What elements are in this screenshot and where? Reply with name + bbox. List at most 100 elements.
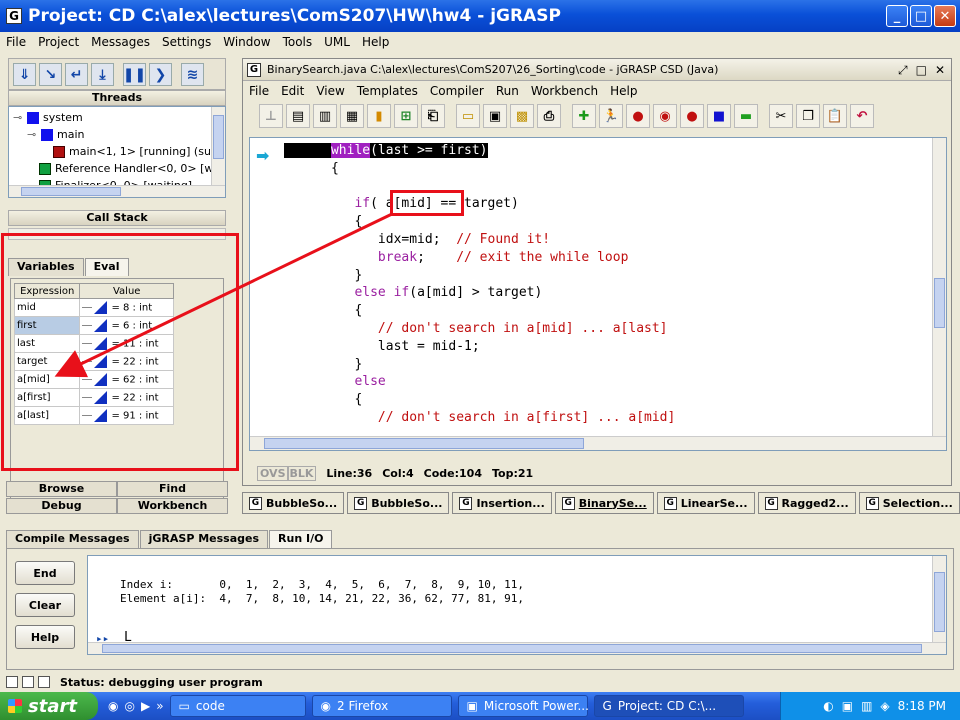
tab-find[interactable]: Find — [117, 481, 228, 497]
start-button[interactable]: start — [0, 692, 98, 720]
print-icon[interactable]: ⎙ — [537, 104, 561, 128]
layout-icon[interactable] — [6, 676, 18, 688]
uml-icon[interactable]: ⊞ — [394, 104, 418, 128]
maximize-icon[interactable]: □ — [916, 63, 927, 78]
file-tab[interactable]: G Insertion... — [452, 492, 552, 514]
layout-icon[interactable] — [38, 676, 50, 688]
pin-icon[interactable]: ⊥ — [259, 104, 283, 128]
code-line: { — [354, 214, 363, 230]
tree-row-main-group[interactable]: ⊸ main — [13, 126, 213, 143]
menu-edit[interactable]: Edit — [281, 84, 304, 98]
media-icon[interactable]: ▶ — [141, 699, 150, 713]
firefox-icon[interactable]: ◉ — [108, 699, 118, 713]
io-hscroll[interactable] — [88, 642, 946, 654]
step-over-icon[interactable]: ⇓ — [13, 63, 36, 86]
debug-step-icon[interactable]: ◉ — [653, 104, 677, 128]
generate-csd-icon[interactable]: ■ — [707, 104, 731, 128]
file-tab-active[interactable]: G BinarySe... — [554, 492, 654, 514]
tab-compile-messages[interactable]: Compile Messages — [6, 530, 139, 548]
book-icon[interactable]: ⎗ — [421, 104, 445, 128]
menu-help[interactable]: Help — [610, 84, 637, 98]
step-out-icon[interactable]: ↵ — [65, 63, 88, 86]
run-icon[interactable]: 🏃 — [599, 104, 623, 128]
code-editor[interactable]: ➡ while(last >= first) { if( a[mid] == t… — [249, 137, 947, 451]
tree-row-main-thread[interactable]: main<1, 1> [running] (su — [13, 143, 213, 160]
menu-project[interactable]: Project — [38, 35, 79, 49]
code-line: if( a[mid] == target) — [354, 196, 519, 212]
menu-workbench[interactable]: Workbench — [531, 84, 598, 98]
suspend-icon[interactable]: ❚❚ — [123, 63, 146, 86]
document-icon[interactable]: ▤ — [286, 104, 310, 128]
menu-tools[interactable]: Tools — [283, 35, 313, 49]
tray-icon[interactable]: ◐ — [823, 699, 833, 713]
file-tab[interactable]: G BubbleSo... — [347, 492, 450, 514]
code-hscroll[interactable] — [250, 436, 946, 450]
tab-run-io[interactable]: Run I/O — [269, 530, 333, 548]
open-folder-icon[interactable]: ▭ — [456, 104, 480, 128]
tab-browse[interactable]: Browse — [6, 481, 117, 497]
end-button[interactable]: End — [15, 561, 75, 585]
menu-help[interactable]: Help — [362, 35, 389, 49]
remove-csd-icon[interactable]: ▬ — [734, 104, 758, 128]
undo-icon[interactable]: ↶ — [850, 104, 874, 128]
file-tab[interactable]: G Ragged2... — [757, 492, 856, 514]
task-button-code[interactable]: ▭ code — [169, 695, 306, 717]
tree-row-system[interactable]: ⊸ system — [13, 109, 213, 126]
tray-icon[interactable]: ◈ — [880, 699, 889, 713]
menu-templates[interactable]: Templates — [357, 84, 418, 98]
io-vscroll[interactable] — [932, 556, 946, 654]
file-tab[interactable]: G BubbleSo... — [242, 492, 345, 514]
menu-file[interactable]: File — [249, 84, 269, 98]
layout-icon[interactable] — [22, 676, 34, 688]
menu-messages[interactable]: Messages — [91, 35, 150, 49]
windows-taskbar: start ◉ ◎ ▶ » ▭ code ◉ 2 Firefox ▣ Microsof… — [0, 692, 960, 720]
menu-file[interactable]: File — [6, 35, 26, 49]
save-all-icon[interactable]: ▩ — [510, 104, 534, 128]
save-icon[interactable]: ▣ — [483, 104, 507, 128]
menu-uml[interactable]: UML — [324, 35, 350, 49]
clear-button[interactable]: Clear — [15, 593, 75, 617]
menu-window[interactable]: Window — [223, 35, 270, 49]
paste-icon[interactable]: 📋 — [823, 104, 847, 128]
code-vscroll[interactable] — [932, 138, 946, 450]
browser-icon[interactable]: ◎ — [124, 699, 134, 713]
tab-workbench[interactable]: Workbench — [117, 498, 228, 514]
maximize-button[interactable]: □ — [910, 5, 932, 27]
document-icon[interactable]: ▥ — [313, 104, 337, 128]
debug-icon[interactable]: ● — [626, 104, 650, 128]
clock[interactable]: 8:18 PM — [898, 699, 946, 713]
compile-icon[interactable]: ✚ — [572, 104, 596, 128]
menu-compiler[interactable]: Compiler — [430, 84, 484, 98]
document-icon[interactable]: ▦ — [340, 104, 364, 128]
copy-icon[interactable]: ❐ — [796, 104, 820, 128]
run-io-output[interactable]: Index i: 0, 1, 2, 3, 4, 5, 6, 7, 8, 9, 1… — [87, 555, 947, 655]
task-button-firefox[interactable]: ◉ 2 Firefox — [311, 695, 452, 717]
task-button-jgrasp[interactable]: G Project: CD C:\... — [593, 695, 744, 717]
run-to-cursor-icon[interactable]: ⤓ — [91, 63, 114, 86]
file-tab[interactable]: G LinearSe... — [656, 492, 755, 514]
cut-icon[interactable]: ✂ — [769, 104, 793, 128]
close-button[interactable]: ✕ — [934, 5, 956, 27]
menu-run[interactable]: Run — [496, 84, 519, 98]
tray-icon[interactable]: ▣ — [842, 699, 853, 713]
network-icon[interactable]: ▥ — [861, 699, 872, 713]
tab-debug[interactable]: Debug — [6, 498, 117, 514]
task-button-powerpoint[interactable]: ▣ Microsoft Power... — [457, 695, 589, 717]
threads-vscroll[interactable] — [211, 107, 225, 197]
menu-view[interactable]: View — [316, 84, 344, 98]
minimize-button[interactable]: _ — [886, 5, 908, 27]
menu-settings[interactable]: Settings — [162, 35, 211, 49]
resume-icon[interactable]: ❯ — [149, 63, 172, 86]
step-in-icon[interactable]: ↘ — [39, 63, 62, 86]
tab-jgrasp-messages[interactable]: jGRASP Messages — [139, 530, 269, 548]
help-button[interactable]: Help — [15, 625, 75, 649]
overflow-icon[interactable]: » — [156, 699, 163, 713]
auto-step-icon[interactable]: ≋ — [181, 63, 204, 86]
close-icon[interactable]: ✕ — [935, 63, 945, 78]
bar-chart-icon[interactable]: ▮ — [367, 104, 391, 128]
threads-hscroll[interactable] — [9, 185, 225, 197]
bug-icon[interactable]: ● — [680, 104, 704, 128]
float-icon[interactable]: ⤢ — [898, 63, 908, 78]
file-tab[interactable]: G Selection... — [858, 492, 960, 514]
tree-row-reference-handler[interactable]: Reference Handler<0, 0> [w — [13, 160, 213, 177]
